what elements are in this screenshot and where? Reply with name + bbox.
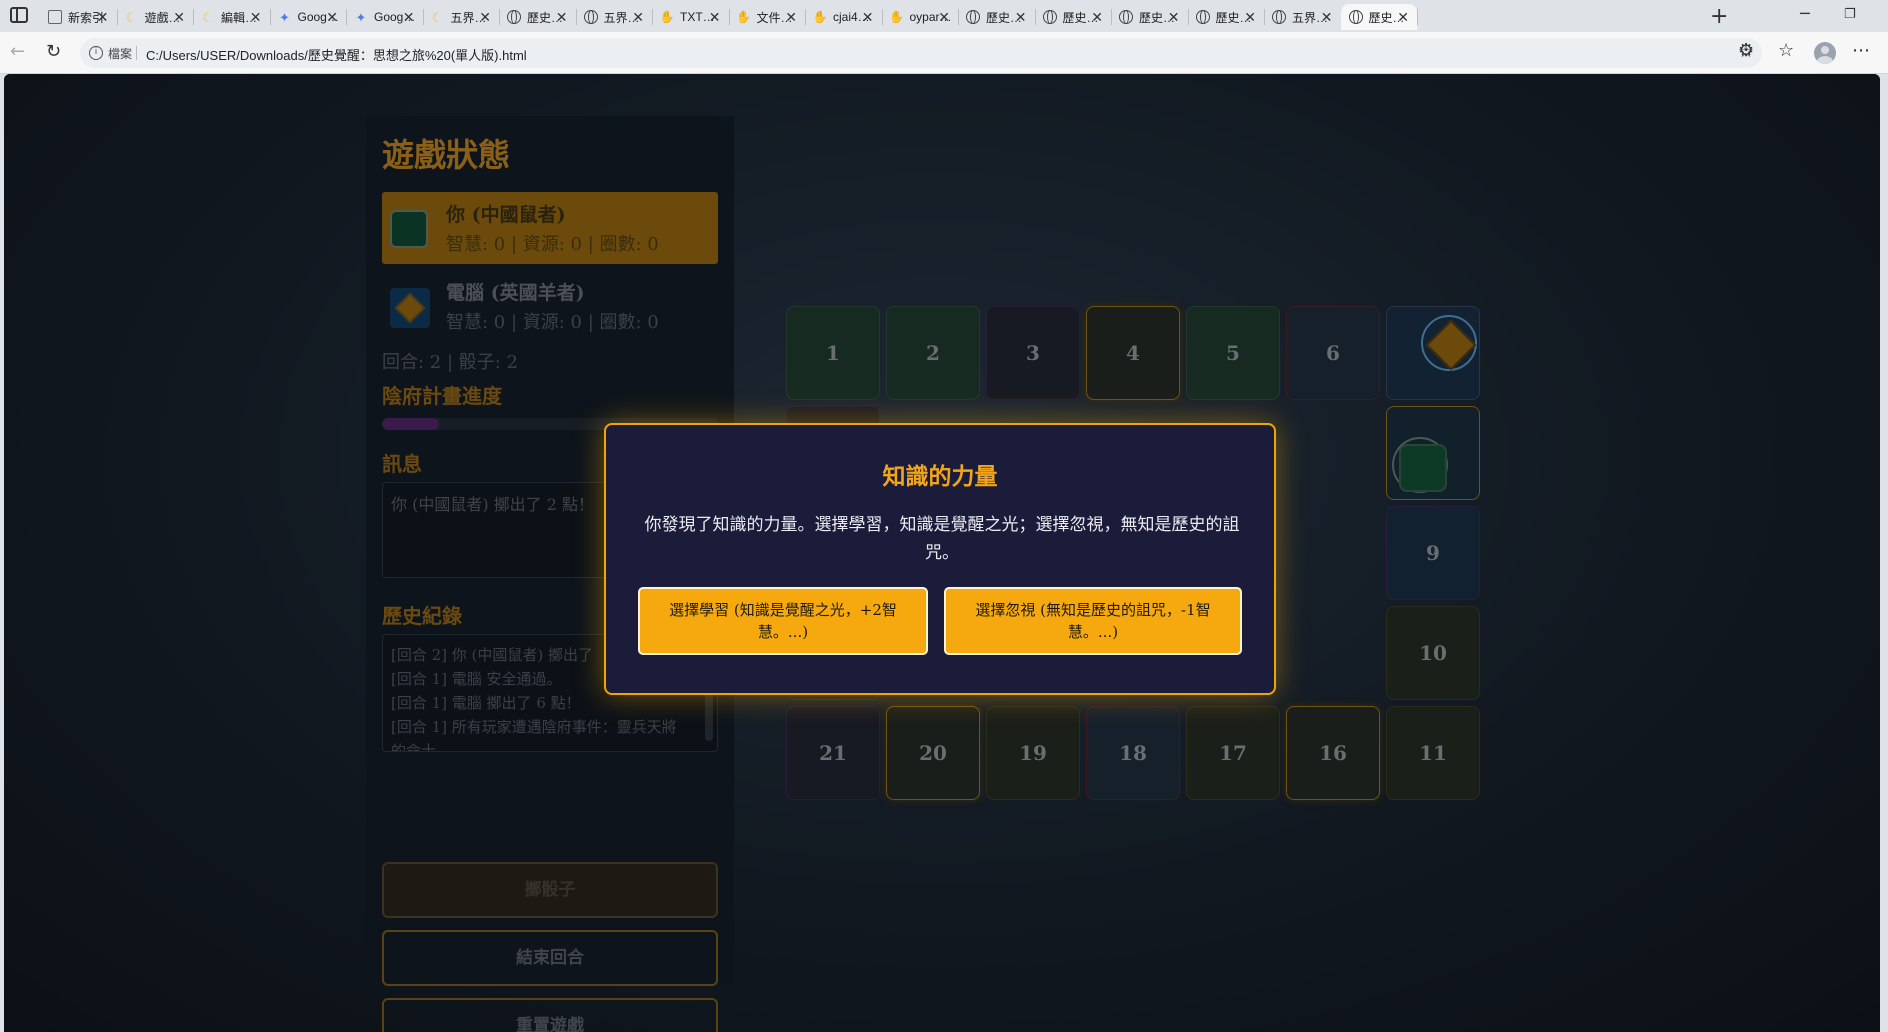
browser-tab[interactable]: ☾ 五界… ✕: [423, 4, 500, 30]
globe-icon: [583, 10, 598, 24]
modal-text: 你發現了知識的力量。選擇學習，知識是覺醒之光；選擇忽視，無知是歷史的詛咒。: [644, 515, 1240, 563]
close-tab-icon[interactable]: ✕: [326, 9, 338, 26]
browser-tab[interactable]: ☾ 遊戲… ✕: [117, 4, 194, 30]
tab-separator: [1417, 9, 1418, 25]
minimize-icon[interactable]: ─: [1800, 4, 1810, 23]
close-tab-icon[interactable]: ✕: [862, 9, 874, 26]
file-label: 檔案: [108, 47, 133, 61]
close-tab-icon[interactable]: ✕: [173, 9, 185, 26]
address-bar: ← ↻ i 檔案 C:/Users/USER/Downloads/歷史覺醒：思想…: [0, 32, 1888, 74]
gem-icon: ✦: [279, 9, 290, 25]
browser-tab[interactable]: 歷史… ✕: [958, 4, 1036, 30]
close-tab-icon[interactable]: ✕: [403, 9, 415, 26]
close-tab-icon[interactable]: ✕: [785, 9, 797, 26]
globe-icon: [1272, 10, 1286, 24]
moon-icon: ☾: [431, 9, 444, 25]
url-text[interactable]: C:/Users/USER/Downloads/歷史覺醒：思想之旅%20(單人版…: [146, 45, 527, 64]
browser-tab[interactable]: 歷史… ✕: [1340, 4, 1418, 30]
close-tab-icon[interactable]: ✕: [1397, 9, 1409, 26]
globe-icon: [1042, 10, 1057, 24]
hand-icon: ✋: [736, 10, 751, 24]
close-tab-icon[interactable]: ✕: [709, 9, 721, 26]
close-tab-icon[interactable]: ✕: [479, 9, 491, 26]
close-tab-icon[interactable]: ✕: [1091, 9, 1103, 26]
close-tab-icon[interactable]: ✕: [632, 9, 644, 26]
extensions-icon[interactable]: ⚙: [1738, 40, 1754, 61]
globe-icon: [1348, 10, 1363, 24]
browser-tab[interactable]: ✦ Goog… ✕: [270, 4, 347, 30]
hand-icon: ✋: [659, 10, 675, 24]
browser-tab[interactable]: ✋ cjai4… ✕: [805, 4, 883, 30]
favorites-icon[interactable]: ☆: [1778, 40, 1794, 61]
browser-tab[interactable]: ✋ oypar… ✕: [882, 4, 959, 30]
close-tab-icon[interactable]: ✕: [556, 9, 568, 26]
refresh-icon[interactable]: ↻: [46, 41, 61, 62]
browser-tab[interactable]: 歷史… ✕: [499, 4, 577, 30]
new-tab-plus-icon[interactable]: +: [1710, 4, 1728, 29]
close-tab-icon[interactable]: ✕: [1244, 9, 1256, 26]
browser-tab[interactable]: 歷史… ✕: [1111, 4, 1189, 30]
hand-icon: ✋: [812, 10, 828, 24]
profile-avatar[interactable]: [1814, 42, 1836, 64]
globe-icon: [1195, 10, 1210, 24]
modal-title: 知識的力量: [882, 463, 998, 490]
page-viewport: 遊戲狀態 你 (中國鼠者) 智慧: 0 | 資源: 0 | 圈數: 0 電腦 (…: [4, 74, 1880, 1032]
choose-learn-button[interactable]: 選擇學習 (知識是覺醒之光，+2智慧。...): [638, 587, 928, 655]
event-modal: 知識的力量 你發現了知識的力量。選擇學習，知識是覺醒之光；選擇忽視，無知是歷史的…: [604, 423, 1276, 695]
tab-actions-icon[interactable]: [10, 7, 28, 23]
browser-tab[interactable]: ☾ 編輯… ✕: [193, 4, 271, 30]
browser-tab[interactable]: ✋ 文件… ✕: [729, 4, 806, 30]
browser-tab[interactable]: 五界… ✕: [576, 4, 653, 30]
hand-icon: ✋: [889, 10, 904, 24]
restore-icon[interactable]: ❐: [1844, 7, 1856, 22]
url-separator: [136, 46, 137, 60]
close-tab-icon[interactable]: ✕: [1168, 9, 1180, 26]
back-arrow-icon[interactable]: ←: [10, 41, 25, 62]
game-page: 遊戲狀態 你 (中國鼠者) 智慧: 0 | 資源: 0 | 圈數: 0 電腦 (…: [4, 74, 1880, 1032]
browser-tab[interactable]: ✋ TXT… ✕: [652, 4, 730, 30]
browser-tab[interactable]: 歷史… ✕: [1188, 4, 1265, 30]
close-tab-icon[interactable]: ✕: [97, 9, 109, 26]
browser-tab[interactable]: 歷史… ✕: [1035, 4, 1112, 30]
browser-tab[interactable]: ✦ Goog… ✕: [346, 4, 424, 30]
browser-tab[interactable]: 新索引 ✕: [40, 4, 118, 30]
more-menu-icon[interactable]: ⋯: [1852, 40, 1870, 61]
moon-icon: ☾: [202, 9, 214, 25]
globe-icon: [507, 10, 521, 24]
close-tab-icon[interactable]: ✕: [1015, 9, 1027, 26]
moon-icon: ☾: [125, 9, 138, 25]
gem-icon: ✦: [355, 9, 367, 25]
browser-tab[interactable]: 五界… ✕: [1264, 4, 1342, 30]
tab-bar: 新索引 ✕ ☾ 遊戲… ✕ ☾ 編輯… ✕ ✦ Goog… ✕ ✦ Goog… ✕ ☾ 五界… ✕ 歷史… ✕ 五界……: [0, 0, 1888, 32]
close-tab-icon[interactable]: ✕: [1321, 9, 1333, 26]
url-box[interactable]: i 檔案 C:/Users/USER/Downloads/歷史覺醒：思想之旅%2…: [80, 38, 1762, 68]
globe-icon: [1119, 10, 1133, 24]
doc-icon: [48, 10, 62, 24]
choose-ignore-button[interactable]: 選擇忽視 (無知是歷史的詛咒，-1智慧。...): [944, 587, 1242, 655]
info-icon[interactable]: i: [89, 46, 103, 60]
close-tab-icon[interactable]: ✕: [938, 9, 950, 26]
close-tab-icon[interactable]: ✕: [250, 9, 262, 26]
globe-icon: [966, 10, 980, 24]
